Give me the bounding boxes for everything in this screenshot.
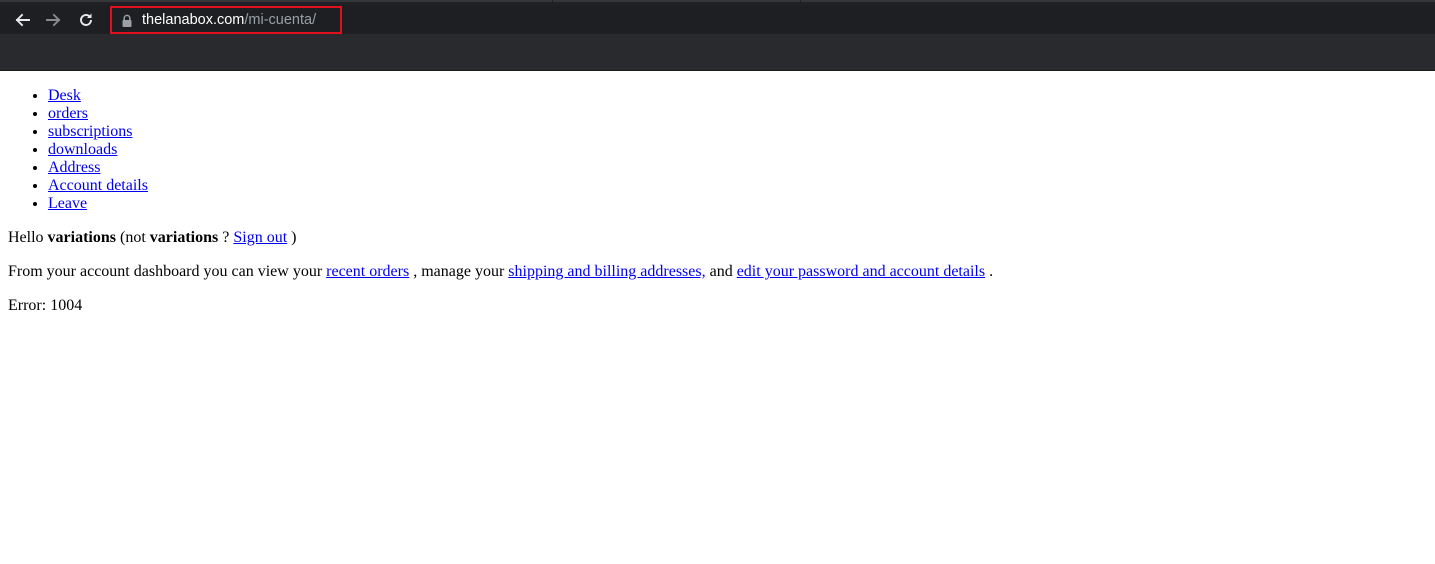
url-path: /mi-cuenta/ bbox=[244, 12, 317, 28]
forward-arrow-icon bbox=[46, 13, 61, 27]
nav-link-address[interactable]: Address bbox=[48, 159, 100, 176]
tab-edge bbox=[0, 0, 552, 2]
reload-button[interactable] bbox=[77, 11, 95, 29]
lock-icon bbox=[122, 14, 132, 27]
nav-link-downloads[interactable]: downloads bbox=[48, 141, 117, 158]
dashboard-text-2: , manage your bbox=[413, 263, 505, 280]
nav-link-account-details[interactable]: Account details bbox=[48, 177, 148, 194]
dashboard-text-4: . bbox=[989, 263, 994, 280]
nav-link-subscriptions[interactable]: subscriptions bbox=[48, 123, 132, 140]
dashboard-text-1: From your account dashboard you can view… bbox=[8, 263, 323, 280]
nav-link-desk[interactable]: Desk bbox=[48, 87, 81, 104]
url-host: thelanabox.com bbox=[142, 12, 245, 28]
dashboard-intro: From your account dashboard you can view… bbox=[8, 263, 1435, 281]
error-message: Error: 1004 bbox=[8, 297, 83, 314]
address-bar[interactable]: thelanabox.com/mi-cuenta/ bbox=[110, 6, 342, 34]
nav-item-subscriptions: subscriptions bbox=[48, 123, 1435, 141]
dashboard-text-3: and bbox=[709, 263, 733, 280]
page-content: Desk orders subscriptions downloads Addr… bbox=[0, 87, 1435, 315]
greeting-line: Hello variations (not variations ? Sign … bbox=[8, 229, 1435, 247]
recent-orders-link[interactable]: recent orders bbox=[326, 263, 409, 280]
tab-edge bbox=[553, 0, 800, 2]
username-repeat: variations bbox=[149, 229, 219, 246]
addresses-link[interactable]: shipping and billing addresses, bbox=[508, 263, 705, 280]
hello-text: Hello bbox=[8, 229, 44, 246]
back-button[interactable] bbox=[13, 11, 31, 29]
nav-item-leave: Leave bbox=[48, 195, 1435, 213]
browser-chrome: thelanabox.com/mi-cuenta/ bbox=[0, 0, 1435, 71]
forward-button[interactable] bbox=[45, 11, 63, 29]
nav-item-address: Address bbox=[48, 159, 1435, 177]
question-mark: ? bbox=[222, 229, 230, 246]
tab-edge bbox=[801, 0, 1435, 2]
url-text: thelanabox.com/mi-cuenta/ bbox=[142, 11, 316, 29]
back-arrow-icon bbox=[15, 13, 30, 27]
sign-out-link[interactable]: Sign out bbox=[233, 229, 287, 246]
nav-link-orders[interactable]: orders bbox=[48, 105, 88, 122]
reload-icon bbox=[80, 13, 92, 26]
nav-item-downloads: downloads bbox=[48, 141, 1435, 159]
nav-link-leave[interactable]: Leave bbox=[48, 195, 87, 212]
account-navigation: Desk orders subscriptions downloads Addr… bbox=[8, 87, 1435, 213]
not-prefix: (not bbox=[120, 229, 146, 246]
close-paren: ) bbox=[291, 229, 297, 246]
username: variations bbox=[47, 229, 116, 246]
edit-account-link[interactable]: edit your password and account details bbox=[737, 263, 985, 280]
nav-item-desk: Desk bbox=[48, 87, 1435, 105]
bookmarks-bar bbox=[0, 34, 1435, 70]
nav-item-orders: orders bbox=[48, 105, 1435, 123]
nav-item-account-details: Account details bbox=[48, 177, 1435, 195]
browser-toolbar: thelanabox.com/mi-cuenta/ bbox=[0, 5, 1435, 34]
